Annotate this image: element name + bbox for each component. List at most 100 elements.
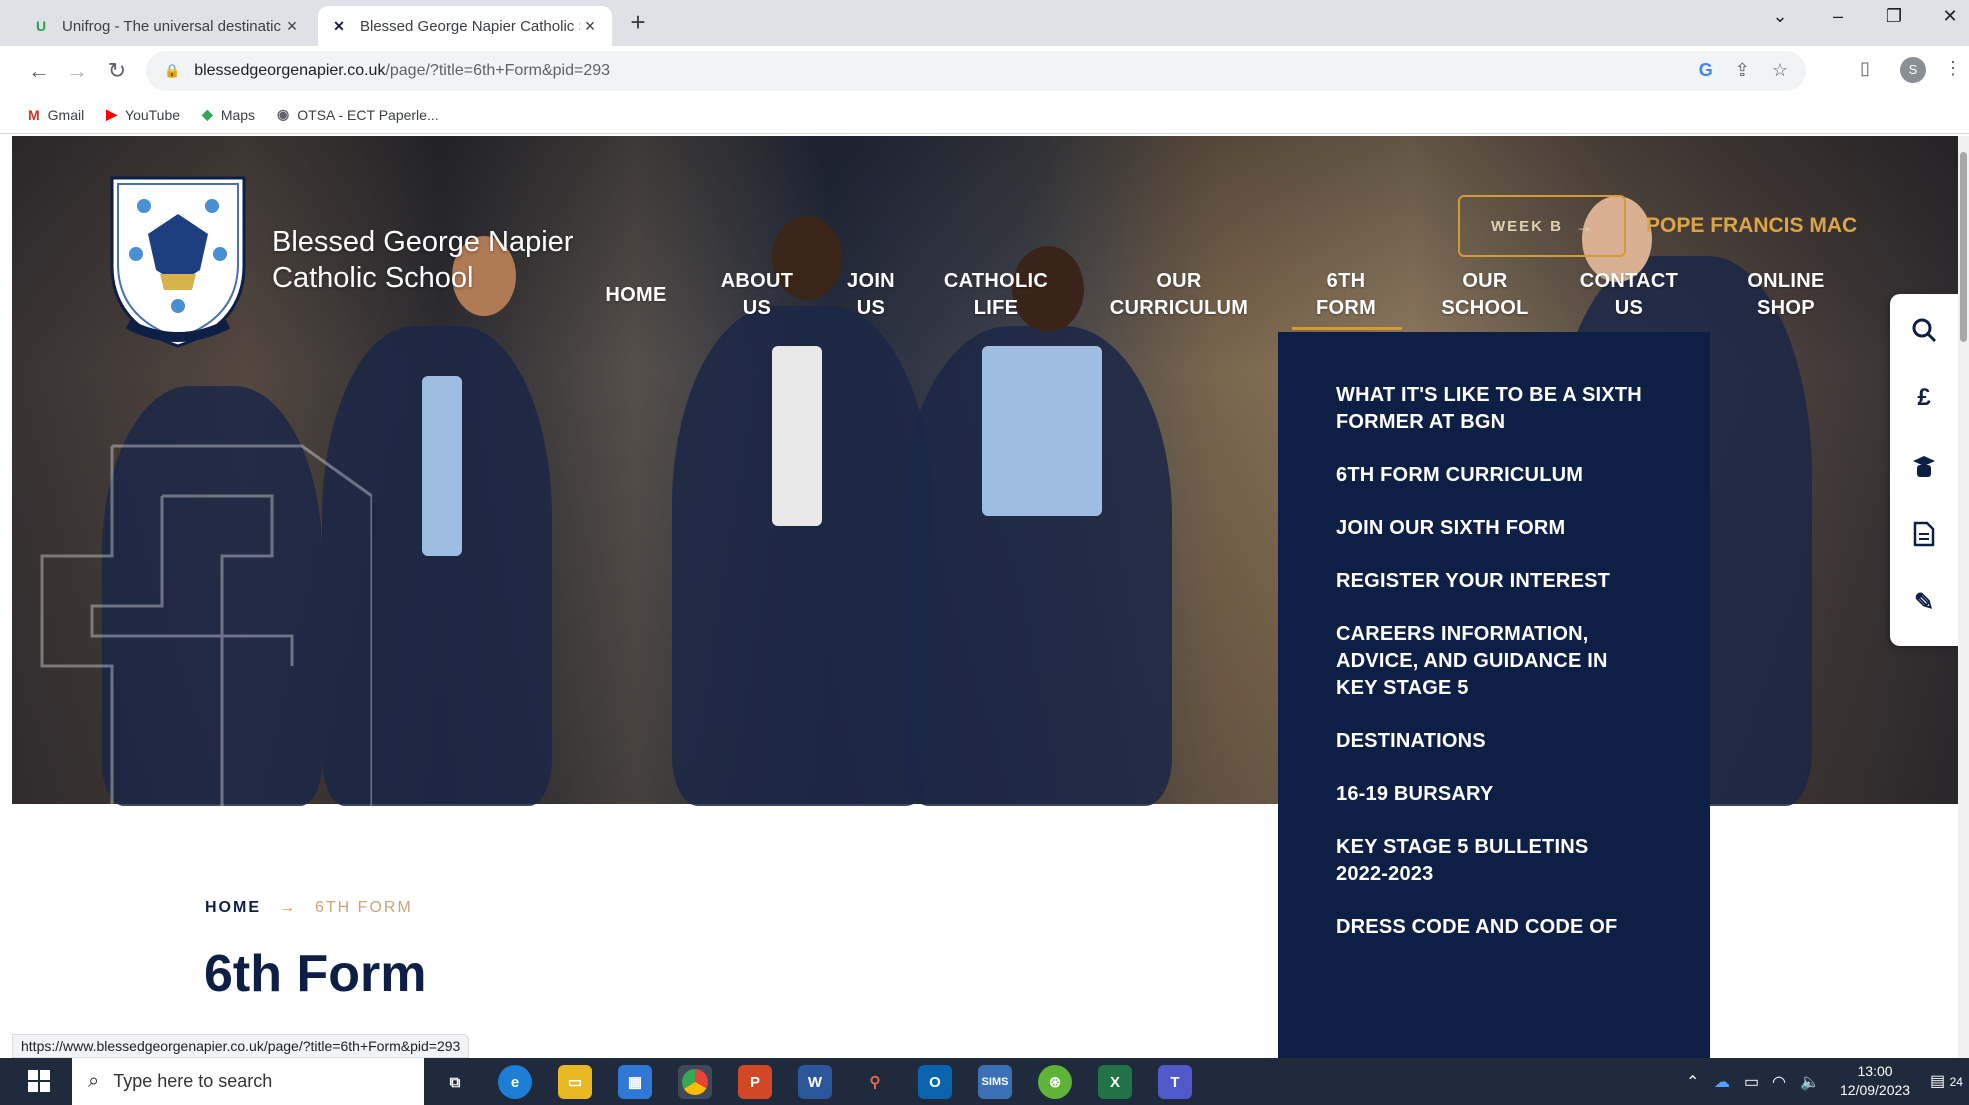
battery-icon[interactable]: ▭ bbox=[1744, 1072, 1759, 1092]
address-bar[interactable]: 🔒 blessedgeorgenapier.co.uk/page/?title=… bbox=[146, 51, 1806, 91]
nav-our-school[interactable]: OUR SCHOOL bbox=[1430, 268, 1540, 322]
breadcrumb: HOME → 6TH FORM bbox=[205, 899, 413, 917]
dropdown-item[interactable]: CAREERS INFORMATION, ADVICE, AND GUIDANC… bbox=[1336, 621, 1636, 702]
dropdown-item[interactable]: 6TH FORM CURRICULUM bbox=[1336, 462, 1670, 489]
task-view-icon[interactable]: ⧉ bbox=[438, 1065, 472, 1099]
bookmark-maps[interactable]: ◆ Maps bbox=[202, 106, 255, 123]
close-window-icon[interactable]: ✕ bbox=[1928, 6, 1969, 27]
minimize-icon[interactable]: – bbox=[1816, 6, 1860, 27]
bookmark-label: Gmail bbox=[47, 106, 85, 123]
nav-our-curriculum[interactable]: OUR CURRICULUM bbox=[1104, 268, 1254, 322]
xbox-icon[interactable]: ⊛ bbox=[1038, 1065, 1072, 1099]
teams-icon[interactable]: T bbox=[1158, 1065, 1192, 1099]
graduate-icon[interactable] bbox=[1890, 440, 1958, 492]
school-crest-logo[interactable] bbox=[108, 174, 248, 352]
powerpoint-icon[interactable]: P bbox=[738, 1065, 772, 1099]
profile-avatar[interactable]: S bbox=[1900, 57, 1926, 83]
new-tab-button[interactable]: + bbox=[624, 8, 652, 38]
lock-icon[interactable]: 🔒 bbox=[164, 63, 180, 79]
forward-icon[interactable]: → bbox=[62, 56, 92, 86]
bookmark-otsa[interactable]: ◉ OTSA - ECT Paperle... bbox=[277, 106, 439, 123]
bookmark-star-icon[interactable]: ☆ bbox=[1772, 60, 1788, 81]
onedrive-icon[interactable]: ☁ bbox=[1714, 1072, 1730, 1092]
document-icon[interactable] bbox=[1890, 508, 1958, 560]
side-panel-icon[interactable]: ▯ bbox=[1860, 58, 1870, 79]
system-clock[interactable]: 13:00 12/09/2023 bbox=[1840, 1062, 1910, 1100]
nav-join-us[interactable]: JOIN US bbox=[826, 268, 916, 322]
close-tab-icon[interactable]: × bbox=[282, 16, 302, 37]
dropdown-item[interactable]: REGISTER YOUR INTEREST bbox=[1336, 568, 1670, 595]
wifi-icon[interactable]: ◠ bbox=[1772, 1072, 1786, 1092]
school-name[interactable]: Blessed George Napier Catholic School bbox=[272, 224, 573, 296]
dropdown-item[interactable]: DESTINATIONS bbox=[1336, 728, 1670, 755]
cross-watermark-icon bbox=[40, 444, 372, 806]
nav-label: ONLINE bbox=[1747, 270, 1825, 292]
nav-label: SCHOOL bbox=[1441, 297, 1529, 319]
tab-unifrog[interactable]: U Unifrog - The universal destinatic × bbox=[20, 6, 314, 46]
nav-catholic-life[interactable]: CATHOLIC LIFE bbox=[936, 268, 1056, 322]
windows-start-icon[interactable] bbox=[28, 1070, 50, 1092]
dropdown-item[interactable]: DRESS CODE AND CODE OF bbox=[1336, 914, 1670, 941]
bookmark-label: YouTube bbox=[125, 106, 181, 123]
news-ticker[interactable]: POPE FRANCIS MAC bbox=[1646, 214, 1857, 238]
store-icon[interactable]: ▦ bbox=[618, 1065, 652, 1099]
dropdown-item[interactable]: WHAT IT'S LIKE TO BE A SIXTH FORMER AT B… bbox=[1336, 382, 1656, 436]
nav-6th-form[interactable]: 6TH FORM bbox=[1296, 268, 1396, 322]
maps-icon: ◆ bbox=[202, 106, 213, 122]
dropdown-item[interactable]: 16-19 BURSARY bbox=[1336, 781, 1670, 808]
dropdown-item[interactable]: KEY STAGE 5 BULLETINS 2022-2023 bbox=[1336, 834, 1646, 888]
student-shirt bbox=[422, 376, 462, 556]
week-b-button[interactable]: WEEK B → bbox=[1458, 195, 1626, 257]
dropdown-item[interactable]: JOIN OUR SIXTH FORM bbox=[1336, 515, 1670, 542]
share-icon[interactable]: ⇪ bbox=[1735, 60, 1750, 81]
chrome-icon[interactable] bbox=[678, 1065, 712, 1099]
unifrog-icon: U bbox=[35, 18, 47, 34]
google-lens-icon[interactable]: G bbox=[1699, 60, 1713, 81]
pound-icon[interactable]: £ bbox=[1890, 372, 1958, 424]
bookmark-gmail[interactable]: M Gmail bbox=[28, 107, 84, 123]
globe-icon: ◉ bbox=[277, 106, 290, 122]
restore-icon[interactable]: ❐ bbox=[1872, 6, 1916, 27]
pencil-icon[interactable]: ✎ bbox=[1890, 576, 1958, 628]
nav-label: US bbox=[1614, 297, 1644, 319]
youtube-icon: ▶ bbox=[106, 106, 118, 122]
search-icon[interactable] bbox=[1890, 304, 1958, 356]
taskbar-search-input[interactable]: ⌕ Type here to search bbox=[72, 1058, 424, 1105]
week-label: WEEK B bbox=[1491, 217, 1563, 235]
browser-toolbar: ← → ↻ 🔒 blessedgeorgenapier.co.uk/page/?… bbox=[0, 46, 1969, 96]
nav-about-us[interactable]: ABOUT US bbox=[702, 268, 812, 322]
reload-icon[interactable]: ↻ bbox=[102, 56, 132, 86]
school-name-line: Blessed George Napier bbox=[272, 226, 574, 258]
bookmark-youtube[interactable]: ▶ YouTube bbox=[106, 106, 180, 123]
notification-count: 24 bbox=[1949, 1075, 1963, 1089]
file-explorer-icon[interactable]: ▭ bbox=[558, 1065, 592, 1099]
scrollbar[interactable] bbox=[1958, 136, 1969, 1058]
nav-label: CURRICULUM bbox=[1109, 297, 1249, 319]
nav-online-shop[interactable]: ONLINE SHOP bbox=[1736, 268, 1836, 322]
notifications-icon[interactable]: ▤ 24 bbox=[1930, 1071, 1963, 1091]
breadcrumb-home[interactable]: HOME bbox=[205, 899, 261, 917]
edge-icon[interactable]: e bbox=[498, 1065, 532, 1099]
sims-icon[interactable]: SIMS bbox=[978, 1065, 1012, 1099]
scrollbar-thumb[interactable] bbox=[1960, 152, 1967, 342]
student-shirt bbox=[982, 346, 1102, 516]
nav-contact-us[interactable]: CONTACT US bbox=[1574, 268, 1684, 322]
back-icon[interactable]: ← bbox=[24, 56, 54, 86]
chevron-up-icon[interactable]: ⌃ bbox=[1686, 1072, 1699, 1092]
bookmark-label: OTSA - ECT Paperle... bbox=[297, 106, 439, 123]
tab-bgn[interactable]: ✕ Blessed George Napier Catholic S × bbox=[318, 6, 612, 46]
nav-home[interactable]: HOME bbox=[596, 282, 676, 309]
page-title: 6th Form bbox=[204, 945, 427, 1003]
nav-label: LIFE bbox=[973, 297, 1019, 319]
excel-icon[interactable]: X bbox=[1098, 1065, 1132, 1099]
outlook-icon[interactable]: O bbox=[918, 1065, 952, 1099]
tab-title: Blessed George Napier Catholic S bbox=[360, 17, 580, 35]
tab-search-chevron-icon[interactable]: ⌄ bbox=[1758, 6, 1802, 27]
nav-label: SHOP bbox=[1757, 297, 1815, 319]
acrobat-icon[interactable]: ⚲ bbox=[858, 1065, 892, 1099]
word-icon[interactable]: W bbox=[798, 1065, 832, 1099]
close-tab-icon[interactable]: × bbox=[580, 16, 600, 37]
menu-icon[interactable]: ⋮ bbox=[1944, 58, 1962, 79]
arrow-right-icon: → bbox=[1575, 215, 1593, 236]
volume-icon[interactable]: 🔈 bbox=[1800, 1072, 1820, 1092]
